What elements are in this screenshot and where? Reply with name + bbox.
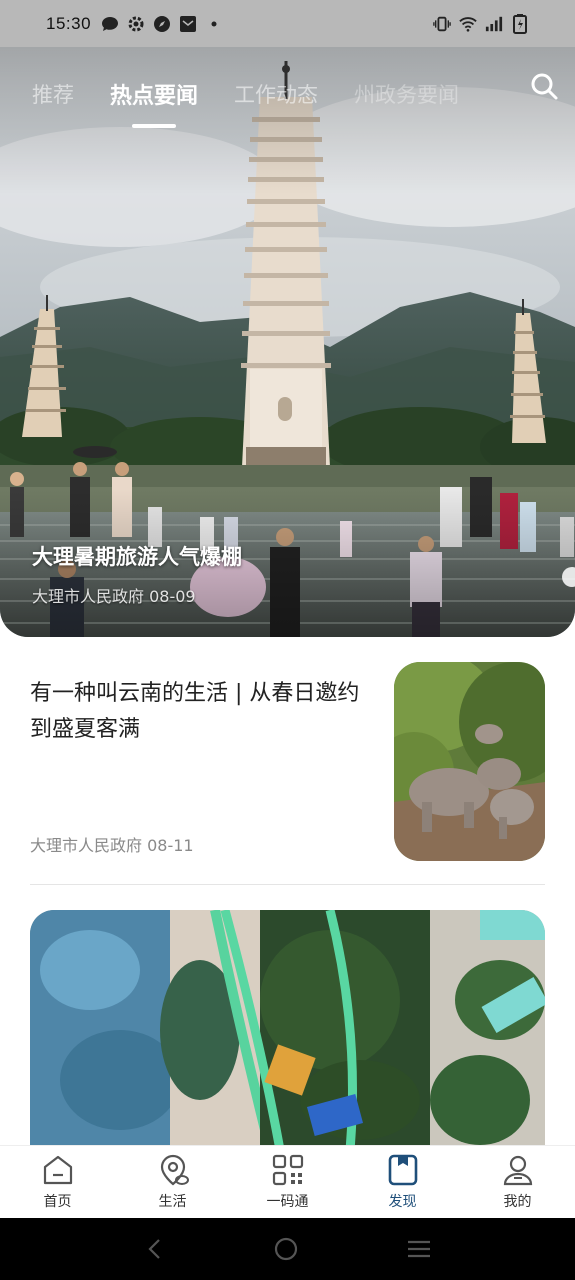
- signal-icon: [485, 15, 503, 33]
- mail-icon: [179, 15, 197, 33]
- tab-hot-news[interactable]: 热点要闻: [110, 78, 198, 110]
- nav-item-qrcode[interactable]: 一码通: [230, 1146, 345, 1218]
- hero-headline[interactable]: 大理暑期旅游人气爆棚: [32, 541, 242, 571]
- wifi-icon: [459, 15, 477, 33]
- battery-icon: [511, 13, 529, 34]
- article-title[interactable]: 有一种叫云南的生活 | 从春日邀约到盛夏客满: [30, 676, 375, 748]
- dot-icon: [205, 15, 223, 33]
- bottom-tab-bar: 首页 生活 一码通 发现 我的: [0, 1145, 575, 1218]
- article-source-date: 大理市人民政府 08-11: [30, 836, 194, 855]
- status-bar: 15:30: [0, 0, 575, 47]
- nav-label-life: 生活: [158, 1194, 187, 1210]
- recents-icon[interactable]: [406, 1237, 432, 1261]
- compass-icon: [153, 15, 171, 33]
- feature-card-image[interactable]: [30, 910, 545, 1150]
- status-left-icons: [101, 15, 223, 33]
- tab-prefecture-news[interactable]: 州政务要闻: [354, 79, 459, 109]
- nav-label-qrcode: 一码通: [266, 1194, 309, 1210]
- list-divider: [30, 884, 545, 885]
- nav-label-home: 首页: [43, 1194, 72, 1210]
- profile-icon: [503, 1155, 532, 1186]
- status-time: 15:30: [46, 13, 92, 33]
- article-thumbnail-elephants[interactable]: [394, 662, 545, 861]
- tab-work-updates[interactable]: 工作动态: [234, 79, 318, 109]
- hero-source-date: 大理市人民政府 08-09: [32, 587, 196, 606]
- nav-item-home[interactable]: 首页: [0, 1146, 115, 1218]
- nav-label-profile: 我的: [503, 1194, 532, 1210]
- search-button[interactable]: [529, 71, 559, 101]
- nav-item-profile[interactable]: 我的: [460, 1146, 575, 1218]
- qrcode-icon: [272, 1154, 303, 1186]
- nav-item-life[interactable]: 生活: [115, 1146, 230, 1218]
- home-circle-icon[interactable]: [273, 1236, 299, 1262]
- home-icon: [43, 1155, 72, 1185]
- article-list-item[interactable]: 有一种叫云南的生活 | 从春日邀约到盛夏客满 大理市人民政府 08-11: [30, 660, 545, 885]
- amusement-park-aerial-image: [30, 910, 545, 1150]
- top-category-tabs: 推荐 热点要闻 工作动态 州政务要闻: [0, 69, 575, 119]
- nav-item-discover[interactable]: 发现: [345, 1146, 460, 1218]
- nav-label-discover: 发现: [388, 1194, 417, 1210]
- search-icon: [531, 73, 558, 100]
- back-icon[interactable]: [143, 1237, 167, 1261]
- location-icon: [160, 1154, 189, 1186]
- message-icon: [101, 15, 119, 33]
- status-right-icons: [433, 13, 529, 34]
- tab-recommend[interactable]: 推荐: [32, 79, 74, 109]
- discover-icon: [388, 1154, 417, 1186]
- app-screen: 15:30 推荐 热点要闻 工作动态 州政务要闻 大理暑期旅游人气爆棚 大理市人…: [0, 0, 575, 1280]
- vibrate-icon: [433, 15, 451, 33]
- hero-banner[interactable]: 推荐 热点要闻 工作动态 州政务要闻 大理暑期旅游人气爆棚 大理市人民政府 08…: [0, 47, 575, 637]
- elephant-image: [394, 662, 545, 861]
- settings-icon: [127, 15, 145, 33]
- system-navigation-bar: [0, 1218, 575, 1280]
